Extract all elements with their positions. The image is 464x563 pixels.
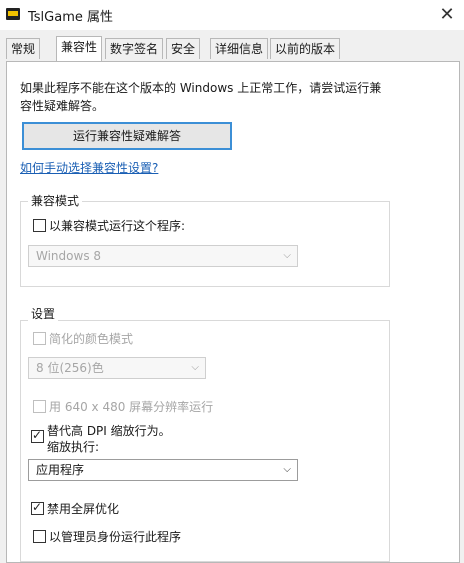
os-version-value: Windows 8	[36, 249, 102, 263]
run-troubleshooter-button[interactable]: 运行兼容性疑难解答	[22, 122, 232, 150]
tab-details[interactable]: 详细信息	[210, 38, 269, 59]
chevron-down-icon: ⌵	[283, 250, 291, 261]
resolution-640-label: 用 640 x 480 屏幕分辨率运行	[49, 400, 214, 414]
dpi-scaling-value: 应用程序	[36, 463, 85, 477]
tab-security[interactable]: 安全	[166, 38, 201, 59]
tab-digital-signatures[interactable]: 数字签名	[105, 38, 164, 59]
disable-fullscreen-label: 禁用全屏优化	[47, 502, 120, 516]
intro-line-2: 容性疑难解答。	[20, 99, 105, 113]
app-icon	[6, 8, 20, 20]
run-as-admin-label: 以管理员身份运行此程序	[49, 530, 182, 544]
os-version-select[interactable]: Windows 8 ⌵	[28, 245, 298, 267]
tab-compatibility[interactable]: 兼容性	[56, 36, 103, 61]
tab-general[interactable]: 常规	[6, 38, 41, 59]
color-mode-value: 8 位(256)色	[36, 361, 104, 375]
dpi-scaling-select[interactable]: 应用程序 ⌵	[28, 459, 298, 481]
run-as-admin-checkbox[interactable]	[33, 530, 46, 543]
reduced-color-label: 简化的颜色模式	[49, 332, 134, 346]
tab-strip: 常规 兼容性 数字签名 安全 详细信息 以前的版本	[0, 36, 464, 62]
compat-mode-label: 以兼容模式运行这个程序:	[49, 219, 186, 233]
disable-fullscreen-checkbox[interactable]	[31, 500, 44, 515]
dpi-override-checkbox[interactable]	[31, 428, 44, 443]
close-button[interactable]: ✕	[432, 2, 462, 28]
color-mode-select[interactable]: 8 位(256)色 ⌵	[28, 357, 206, 379]
chevron-down-icon: ⌵	[191, 362, 199, 373]
intro-line-1: 如果此程序不能在这个版本的 Windows 上正常工作，请尝试运行兼	[20, 81, 382, 95]
reduced-color-checkbox[interactable]	[33, 332, 46, 345]
settings-legend: 设置	[28, 305, 59, 322]
intro-text: 如果此程序不能在这个版本的 Windows 上正常工作，请尝试运行兼 容性疑难解…	[20, 79, 400, 115]
window-title: TslGame 属性	[28, 10, 114, 25]
compat-mode-group	[20, 201, 390, 287]
dpi-scaling-by-label: 缩放执行:	[47, 440, 100, 454]
tab-previous-versions[interactable]: 以前的版本	[270, 38, 341, 59]
dpi-override-label: 替代高 DPI 缩放行为。	[47, 424, 171, 438]
chevron-down-icon: ⌵	[283, 464, 291, 475]
resolution-640-checkbox[interactable]	[33, 400, 46, 413]
compat-mode-checkbox[interactable]	[33, 219, 46, 232]
manual-settings-link[interactable]: 如何手动选择兼容性设置?	[20, 159, 158, 176]
compat-mode-legend: 兼容模式	[28, 192, 83, 209]
